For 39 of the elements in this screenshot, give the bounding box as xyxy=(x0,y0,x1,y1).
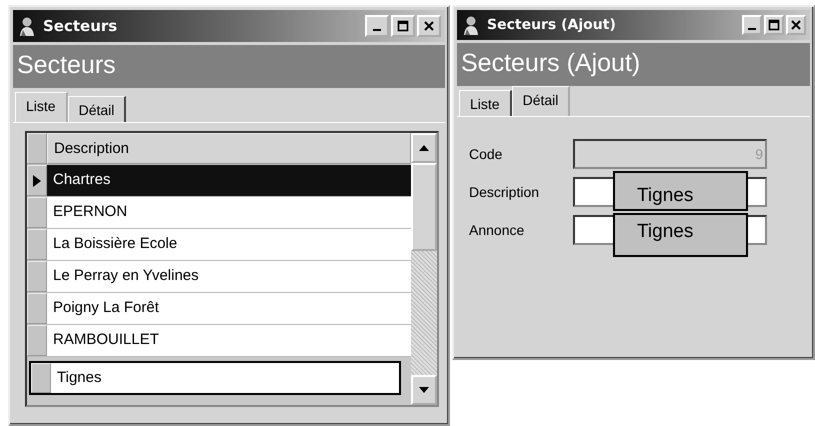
label-tooltip: Tignes xyxy=(613,171,748,211)
maximize-button[interactable] xyxy=(764,15,784,35)
form-header: Secteurs (Ajout) xyxy=(457,43,810,86)
table-cell[interactable]: EPERNON xyxy=(47,197,411,228)
table-cell[interactable]: La Boissière Ecole xyxy=(47,229,411,260)
up-arrow-icon xyxy=(419,145,429,151)
down-arrow-icon xyxy=(419,387,429,393)
row-pointer-icon xyxy=(33,174,41,186)
minimize-icon xyxy=(373,29,381,31)
table-cell[interactable]: Chartres xyxy=(47,165,411,196)
field-label: Code xyxy=(469,146,504,162)
minimize-icon xyxy=(748,28,756,30)
tab[interactable]: Liste xyxy=(15,92,68,122)
minimize-button[interactable] xyxy=(365,15,389,37)
form-header: Secteurs xyxy=(13,45,445,88)
table-cell[interactable]: Poigny La Forêt xyxy=(47,293,411,324)
tab[interactable]: Détail xyxy=(512,86,570,116)
table-cell[interactable]: RAMBOUILLET xyxy=(47,325,411,356)
column-header: Description xyxy=(47,133,411,164)
minimize-button[interactable] xyxy=(742,15,762,35)
row-header xyxy=(31,363,51,393)
field-label: Description xyxy=(469,184,540,200)
field-label: Annonce xyxy=(469,222,526,238)
window-title: Secteurs xyxy=(43,17,118,35)
tab[interactable]: Liste xyxy=(459,90,512,116)
scroll-thumb[interactable] xyxy=(411,163,437,251)
tab[interactable]: Détail xyxy=(68,96,126,122)
maximize-icon xyxy=(766,17,782,33)
person-icon xyxy=(17,16,37,36)
maximize-button[interactable] xyxy=(391,15,415,37)
person-icon xyxy=(461,15,481,35)
scrollbar[interactable] xyxy=(411,133,437,405)
window-title: Secteurs (Ajout) xyxy=(487,17,617,33)
close-button[interactable] xyxy=(786,15,806,35)
table-cell[interactable]: Tignes xyxy=(51,363,399,393)
close-button[interactable] xyxy=(417,15,441,37)
label-tooltip: Tignes xyxy=(613,213,748,257)
table-cell[interactable]: Le Perray en Yvelines xyxy=(47,261,411,292)
maximize-icon xyxy=(395,18,411,34)
